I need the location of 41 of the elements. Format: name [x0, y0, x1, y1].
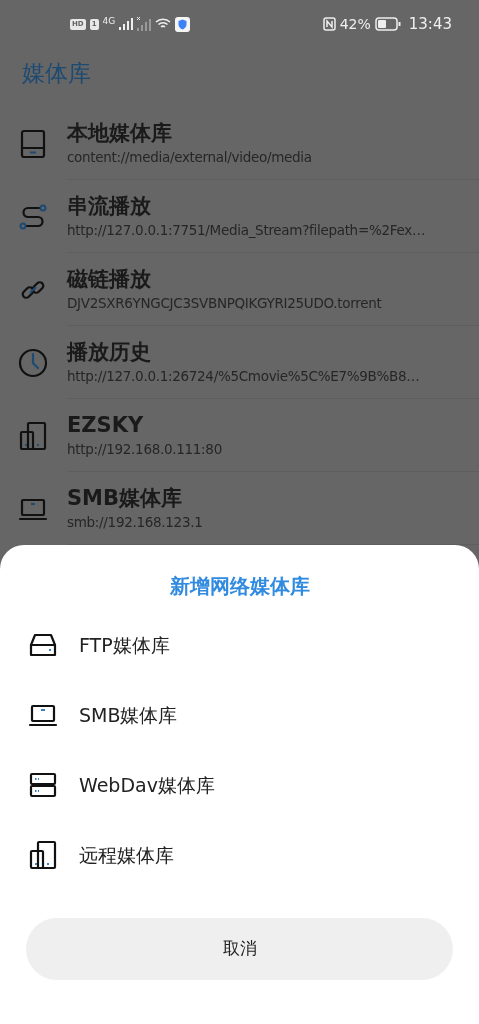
sheet-option[interactable]: WebDav媒体库 — [26, 750, 453, 820]
sheet-option[interactable]: SMB媒体库 — [26, 680, 453, 750]
clock-time: 13:43 — [408, 14, 452, 35]
nfc-icon — [322, 17, 336, 32]
sheet-title: 新增网络媒体库 — [168, 573, 311, 600]
cancel-button[interactable]: 取消 — [26, 918, 453, 980]
item-title: EZSKY — [67, 412, 145, 439]
shield-icon — [175, 16, 191, 32]
battery-icon — [374, 17, 401, 32]
signal-icon — [137, 17, 152, 32]
battery-percent: 42% — [339, 14, 371, 34]
item-url: http://192.168.0.111:80 — [67, 440, 223, 459]
item-url: DJV2SXR6YNGCJC3SVBNPQIKGYRI25UDO.torrent — [67, 294, 383, 313]
network-type: 4G — [102, 16, 116, 26]
library-item[interactable]: 本地媒体库 content://media/external/video/media — [0, 107, 479, 180]
item-title: 本地媒体库 — [67, 120, 173, 147]
library-item[interactable]: 播放历史 http://127.0.0.1:26724/%5Cmovie%5C%E7%9B%B8… — [0, 326, 479, 399]
item-url: smb://192.168.123.1 — [67, 513, 204, 532]
drive-icon — [20, 128, 46, 159]
item-url: content://media/external/video/media — [67, 148, 313, 167]
item-title: 磁链播放 — [67, 266, 152, 293]
item-title: 播放历史 — [67, 339, 152, 366]
devices-icon — [19, 420, 47, 451]
devices-icon — [29, 840, 57, 870]
sheet-option[interactable]: FTP媒体库 — [26, 610, 453, 680]
item-url: http://127.0.0.1:7751/Media_Stream?filepath=%2Fex… — [67, 221, 427, 240]
library-item[interactable]: 串流播放 http://127.0.0.1:7751/Media_Stream?filepath=%2Fex… — [0, 180, 479, 253]
sheet-option[interactable]: 远程媒体库 — [26, 820, 453, 890]
signal-icon — [119, 18, 134, 31]
wifi-icon — [155, 18, 172, 31]
library-item[interactable]: EZSKY http://192.168.0.111:80 — [0, 399, 479, 472]
laptop-icon — [28, 702, 58, 728]
item-title: SMB媒体库 — [67, 485, 184, 512]
library-item[interactable]: 磁链播放 DJV2SXR6YNGCJC3SVBNPQIKGYRI25UDO.torrent — [0, 253, 479, 326]
item-title: 串流播放 — [67, 193, 152, 220]
server-icon — [29, 772, 57, 798]
item-url: http://127.0.0.1:26724/%5Cmovie%5C%E7%9B%B8… — [67, 367, 421, 386]
app-title: 媒体库 — [22, 58, 91, 88]
drive-icon — [29, 633, 57, 657]
clock-icon — [18, 347, 48, 378]
route-icon — [19, 202, 47, 231]
